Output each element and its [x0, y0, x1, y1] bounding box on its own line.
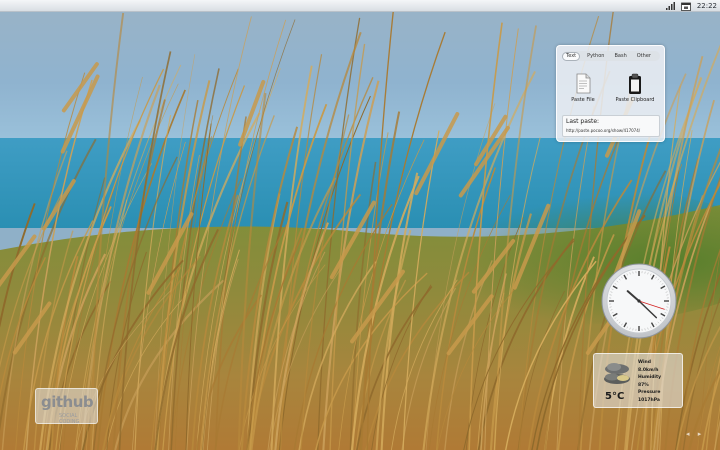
cloudy-weather-icon	[604, 363, 630, 384]
humidity-value: 87%	[638, 382, 649, 388]
pastebin-widget: Text Python Bash Other Paste File Paste …	[556, 45, 665, 142]
document-icon	[576, 73, 591, 94]
wind-label: Wind	[638, 360, 651, 365]
clipboard-icon	[629, 73, 641, 94]
github-logo-text: github	[41, 393, 94, 411]
pressure-value: 1017hPa	[638, 397, 660, 403]
signal-bars-icon[interactable]	[665, 2, 675, 10]
last-paste-link[interactable]: http://paste.pocoo.org/show/417074/	[566, 128, 659, 133]
tab-python[interactable]: Python	[584, 52, 607, 61]
github-badge[interactable]: github SOCIAL CODING	[35, 388, 98, 425]
paste-file-label: Paste File	[571, 97, 595, 103]
top-panel: 22:22	[0, 0, 720, 12]
corner-arrows-icon[interactable]: ◂ ▸	[686, 430, 704, 438]
paste-clipboard-button[interactable]: Paste Clipboard	[615, 73, 655, 103]
calendar-icon[interactable]	[680, 2, 691, 11]
paste-clipboard-label: Paste Clipboard	[615, 97, 655, 103]
analog-clock-widget[interactable]	[601, 263, 677, 339]
tab-bash[interactable]: Bash	[611, 52, 629, 61]
tab-other[interactable]: Other	[634, 52, 654, 61]
last-paste-label: Last paste:	[566, 118, 600, 125]
paste-tab-bar: Text Python Bash Other	[562, 51, 660, 61]
pressure-label: Pressure	[638, 390, 661, 396]
github-tagline: SOCIAL CODING	[59, 413, 80, 425]
weather-widget[interactable]: 5°C Wind 8.0km/h Humidity 87% Pressure 1…	[593, 353, 683, 408]
panel-clock[interactable]: 22:22	[697, 2, 717, 10]
system-tray: 22:22	[665, 0, 717, 12]
last-paste-box: Last paste: http://paste.pocoo.org/show/…	[562, 115, 660, 137]
tab-text[interactable]: Text	[562, 51, 581, 61]
weather-temperature: 5°C	[605, 391, 625, 402]
weather-details: Wind 8.0km/h Humidity 87% Pressure 1017h…	[638, 359, 661, 405]
wind-value: 8.0km/h	[638, 367, 659, 373]
paste-file-button[interactable]: Paste File	[563, 73, 603, 103]
humidity-label: Humidity	[638, 375, 662, 381]
